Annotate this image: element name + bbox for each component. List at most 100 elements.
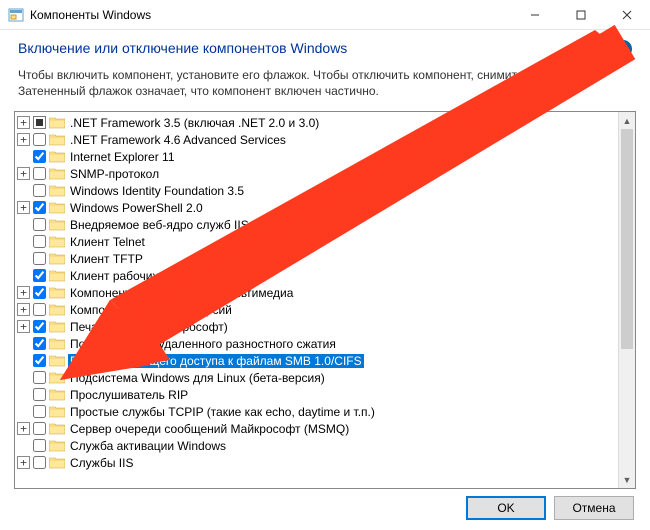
expand-toggle[interactable]: + bbox=[17, 456, 30, 469]
tree-item[interactable]: Клиент рабочих папок bbox=[17, 267, 618, 284]
tree-item[interactable]: + .NET Framework 4.6 Advanced Services bbox=[17, 131, 618, 148]
expand-toggle bbox=[17, 439, 30, 452]
feature-label: Службы IIS bbox=[68, 456, 135, 470]
maximize-button[interactable] bbox=[558, 0, 604, 30]
scroll-down-arrow-icon[interactable]: ▼ bbox=[619, 471, 635, 488]
feature-checkbox[interactable] bbox=[33, 269, 46, 282]
expand-toggle[interactable]: + bbox=[17, 303, 30, 316]
expand-toggle[interactable]: + bbox=[17, 320, 30, 333]
feature-label: Клиент рабочих папок bbox=[68, 269, 195, 283]
feature-checkbox[interactable] bbox=[33, 456, 46, 469]
expand-toggle bbox=[17, 235, 30, 248]
feature-checkbox[interactable] bbox=[33, 320, 46, 333]
tree-viewport[interactable]: +.NET Framework 3.5 (включая .NET 2.0 и … bbox=[15, 112, 618, 488]
app-icon bbox=[8, 7, 24, 23]
feature-label: .NET Framework 4.6 Advanced Services bbox=[68, 133, 288, 147]
scrollbar-thumb[interactable] bbox=[621, 129, 633, 349]
tree-item[interactable]: Клиент Telnet bbox=[17, 233, 618, 250]
titlebar: Компоненты Windows bbox=[0, 0, 650, 30]
folder-icon bbox=[49, 337, 65, 350]
expand-toggle bbox=[17, 388, 30, 401]
tree-item[interactable]: Поддержка общего доступа к файлам SMB 1.… bbox=[17, 352, 618, 369]
feature-checkbox[interactable] bbox=[33, 286, 46, 299]
expand-toggle[interactable]: + bbox=[17, 422, 30, 435]
vertical-scrollbar[interactable]: ▲ ▼ bbox=[618, 112, 635, 488]
help-icon[interactable]: ? bbox=[614, 40, 632, 58]
expand-toggle[interactable]: + bbox=[17, 116, 30, 129]
expand-toggle[interactable]: + bbox=[17, 133, 30, 146]
feature-checkbox[interactable] bbox=[33, 201, 46, 214]
expand-toggle[interactable]: + bbox=[17, 286, 30, 299]
description-text: Чтобы включить компонент, установите его… bbox=[0, 64, 650, 107]
feature-checkbox[interactable] bbox=[33, 167, 46, 180]
feature-checkbox[interactable] bbox=[33, 235, 46, 248]
tree-item[interactable]: Внедряемое веб-ядро служб IIS bbox=[17, 216, 618, 233]
feature-checkbox[interactable] bbox=[33, 405, 46, 418]
feature-tree: +.NET Framework 3.5 (включая .NET 2.0 и … bbox=[14, 111, 636, 489]
expand-toggle bbox=[17, 371, 30, 384]
feature-label: Служба активации Windows bbox=[68, 439, 228, 453]
ok-button[interactable]: OK bbox=[466, 496, 546, 520]
feature-checkbox[interactable] bbox=[33, 252, 46, 265]
tree-item[interactable]: +SNMP-протокол bbox=[17, 165, 618, 182]
feature-checkbox[interactable] bbox=[33, 218, 46, 231]
expand-toggle bbox=[17, 218, 30, 231]
feature-checkbox[interactable] bbox=[33, 371, 46, 384]
folder-icon bbox=[49, 133, 65, 146]
minimize-button[interactable] bbox=[512, 0, 558, 30]
scroll-up-arrow-icon[interactable]: ▲ bbox=[619, 112, 635, 129]
feature-checkbox[interactable] bbox=[33, 116, 46, 129]
expand-toggle bbox=[17, 354, 30, 367]
tree-item[interactable]: Поддержка API удаленного разностного сжа… bbox=[17, 335, 618, 352]
folder-icon bbox=[49, 116, 65, 129]
expand-toggle bbox=[17, 150, 30, 163]
folder-icon bbox=[49, 422, 65, 435]
tree-item[interactable]: Простые службы TCPIP (такие как echo, da… bbox=[17, 403, 618, 420]
feature-checkbox[interactable] bbox=[33, 388, 46, 401]
tree-item[interactable]: Прослушиватель RIP bbox=[17, 386, 618, 403]
tree-item[interactable]: + Windows PowerShell 2.0 bbox=[17, 199, 618, 216]
feature-checkbox[interactable] bbox=[33, 354, 46, 367]
feature-checkbox[interactable] bbox=[33, 303, 46, 316]
tree-item[interactable]: Подсистема Windows для Linux (бета-верси… bbox=[17, 369, 618, 386]
feature-label: Internet Explorer 11 bbox=[68, 150, 177, 164]
tree-item[interactable]: + Компоненты прежних версий bbox=[17, 301, 618, 318]
expand-toggle bbox=[17, 269, 30, 282]
expand-toggle[interactable]: + bbox=[17, 167, 30, 180]
folder-icon bbox=[49, 439, 65, 452]
feature-label: Windows Identity Foundation 3.5 bbox=[68, 184, 246, 198]
feature-label: Клиент Telnet bbox=[68, 235, 147, 249]
feature-label: Сервер очереди сообщений Майкрософт (MSM… bbox=[68, 422, 351, 436]
expand-toggle[interactable]: + bbox=[17, 201, 30, 214]
tree-item[interactable]: Служба активации Windows bbox=[17, 437, 618, 454]
expand-toggle bbox=[17, 337, 30, 350]
feature-checkbox[interactable] bbox=[33, 133, 46, 146]
feature-label: Компоненты прежних версий bbox=[68, 303, 234, 317]
feature-checkbox[interactable] bbox=[33, 184, 46, 197]
folder-icon bbox=[49, 252, 65, 265]
tree-item[interactable]: Windows Identity Foundation 3.5 bbox=[17, 182, 618, 199]
folder-icon bbox=[49, 167, 65, 180]
feature-checkbox[interactable] bbox=[33, 439, 46, 452]
feature-label: Компоненты для работы с мультимедиа bbox=[68, 286, 295, 300]
tree-item[interactable]: + Компоненты для работы с мультимедиа bbox=[17, 284, 618, 301]
tree-item[interactable]: + Сервер очереди сообщений Майкрософт (MS… bbox=[17, 420, 618, 437]
feature-checkbox[interactable] bbox=[33, 150, 46, 163]
feature-checkbox[interactable] bbox=[33, 422, 46, 435]
feature-label: Поддержка общего доступа к файлам SMB 1.… bbox=[68, 354, 364, 368]
expand-toggle bbox=[17, 184, 30, 197]
tree-item[interactable]: + Печать в PDF (Майкрософт) bbox=[17, 318, 618, 335]
tree-item[interactable]: Клиент TFTP bbox=[17, 250, 618, 267]
tree-item[interactable]: +.NET Framework 3.5 (включая .NET 2.0 и … bbox=[17, 114, 618, 131]
cancel-button[interactable]: Отмена bbox=[554, 496, 634, 520]
tree-item[interactable]: + Службы IIS bbox=[17, 454, 618, 471]
feature-checkbox[interactable] bbox=[33, 337, 46, 350]
close-button[interactable] bbox=[604, 0, 650, 30]
folder-icon bbox=[49, 320, 65, 333]
feature-label: Windows PowerShell 2.0 bbox=[68, 201, 205, 215]
folder-icon bbox=[49, 184, 65, 197]
tree-item[interactable]: Internet Explorer 11 bbox=[17, 148, 618, 165]
window-title: Компоненты Windows bbox=[30, 8, 512, 22]
feature-label: Прослушиватель RIP bbox=[68, 388, 190, 402]
feature-label: Печать в PDF (Майкрософт) bbox=[68, 320, 230, 334]
